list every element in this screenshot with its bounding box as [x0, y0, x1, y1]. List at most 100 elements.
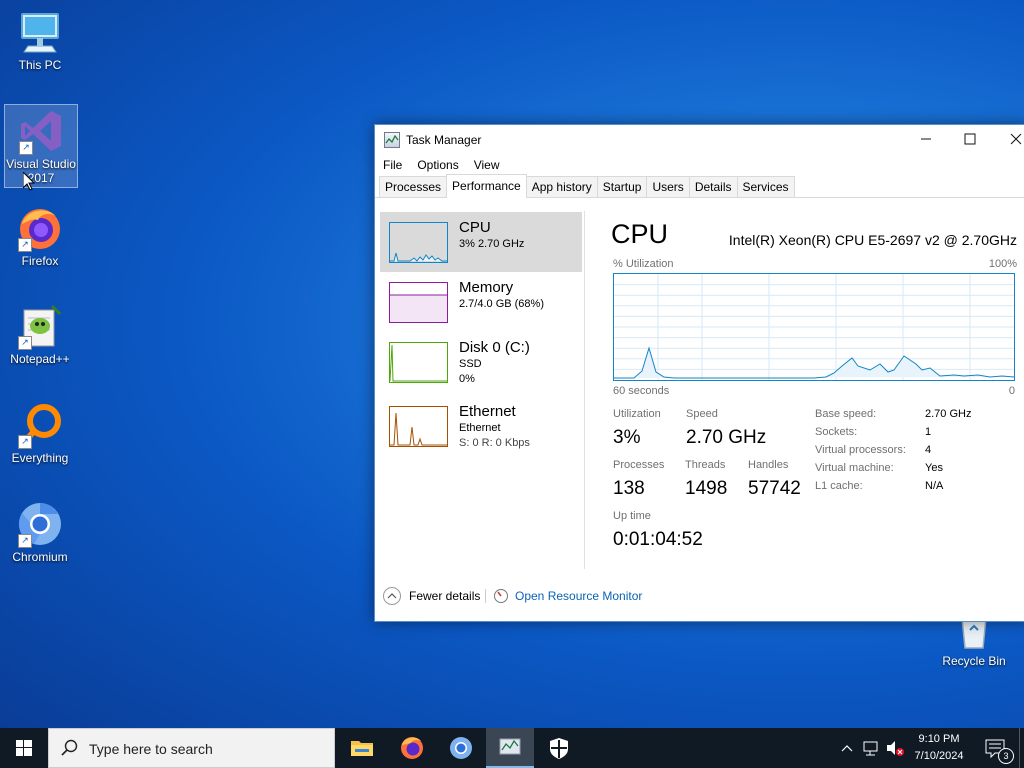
desktop-icon-label: Firefox — [21, 254, 59, 268]
clock-date: 7/10/2024 — [914, 750, 964, 762]
firefox-icon: ↗ — [16, 204, 64, 252]
menu-bar: File Options View — [375, 155, 1024, 175]
sidebar-item-ethernet[interactable]: Ethernet Ethernet S: 0 R: 0 Kbps — [380, 398, 582, 458]
resource-monitor-label: Open Resource Monitor — [515, 589, 643, 603]
spec-sockets-value: 1 — [925, 426, 932, 438]
maximize-button[interactable] — [947, 125, 993, 155]
desktop-icon-this-pc[interactable]: This PC — [4, 8, 76, 72]
tab-services[interactable]: Services — [736, 176, 795, 197]
desktop-icon-notepadpp[interactable]: ↗ Notepad++ — [4, 302, 76, 366]
shortcut-arrow-icon: ↗ — [18, 336, 32, 350]
desktop-icon-chromium[interactable]: ↗ Chromium — [4, 500, 76, 564]
desktop-icon-firefox[interactable]: ↗ Firefox — [4, 204, 76, 268]
magnifier-icon: ↗ — [16, 401, 64, 449]
desktop-icon-label: Visual Studio 2017 — [6, 157, 76, 185]
taskbar-security[interactable] — [535, 728, 583, 768]
divider — [485, 589, 486, 603]
graph-time-left-label: 60 seconds — [613, 385, 670, 397]
sidebar-item-detail: S: 0 R: 0 Kbps — [459, 437, 530, 449]
tray-network[interactable] — [860, 728, 882, 768]
desktop-icon-visual-studio[interactable]: ↗ Visual Studio 2017 — [4, 104, 78, 188]
spec-virtual-machine-label: Virtual machine: — [815, 462, 894, 474]
taskbar-task-manager[interactable] — [486, 728, 534, 768]
taskbar-chromium[interactable] — [437, 728, 485, 768]
speed-value: 2.70 GHz — [686, 427, 767, 448]
sidebar-item-memory[interactable]: Memory 2.7/4.0 GB (68%) — [380, 272, 582, 332]
taskbar-file-explorer[interactable] — [338, 728, 386, 768]
cpu-model-name: Intel(R) Xeon(R) CPU E5-2697 v2 @ 2.70GH… — [728, 232, 1017, 248]
tab-app-history[interactable]: App history — [525, 176, 598, 197]
disk-thumbnail-graph — [389, 342, 448, 383]
open-resource-monitor-link[interactable]: Open Resource Monitor — [493, 585, 642, 607]
tab-users[interactable]: Users — [646, 176, 690, 197]
task-manager-window: Task Manager File Options View Processes… — [374, 124, 1024, 622]
ethernet-thumbnail-graph — [389, 406, 448, 447]
utilization-max-label: 100% — [988, 258, 1017, 270]
chromium-icon: ↗ — [16, 500, 64, 548]
desktop-icon-label: Notepad++ — [10, 352, 70, 366]
close-button[interactable] — [993, 125, 1024, 155]
network-icon — [863, 741, 878, 756]
search-placeholder: Type here to search — [89, 741, 213, 757]
windows-logo-icon — [16, 740, 32, 756]
utilization-label: Utilization — [613, 408, 661, 420]
visual-studio-icon: ↗ — [17, 107, 65, 155]
sidebar-item-cpu[interactable]: CPU 3% 2.70 GHz — [380, 212, 582, 272]
menu-options[interactable]: Options — [417, 158, 458, 172]
mouse-cursor-icon — [22, 170, 36, 196]
notepadpp-icon: ↗ — [16, 302, 64, 350]
chevron-up-icon — [841, 745, 853, 752]
processes-label: Processes — [613, 459, 665, 471]
minimize-button[interactable] — [903, 125, 949, 155]
handles-label: Handles — [748, 459, 789, 471]
menu-file[interactable]: File — [383, 158, 402, 172]
clock[interactable]: 9:10 PM 7/10/2024 — [908, 731, 970, 765]
taskbar-firefox[interactable] — [388, 728, 436, 768]
desktop-icon-label: Everything — [11, 451, 69, 465]
sidebar-item-detail: 0% — [459, 373, 475, 385]
title-bar[interactable]: Task Manager — [375, 125, 1024, 155]
tray-overflow-chevron[interactable] — [838, 728, 856, 768]
folder-icon — [351, 741, 373, 756]
menu-view[interactable]: View — [474, 158, 500, 172]
page-title: CPU — [611, 219, 669, 249]
spec-base-speed-label: Base speed: — [815, 408, 877, 420]
tab-performance[interactable]: Performance — [446, 174, 527, 198]
tab-startup[interactable]: Startup — [596, 176, 648, 197]
processes-value: 138 — [613, 478, 645, 499]
desktop-icon-everything[interactable]: ↗ Everything — [4, 401, 76, 465]
show-desktop-button[interactable] — [1019, 728, 1024, 768]
notification-icon — [985, 739, 1005, 759]
volume-muted-icon — [887, 741, 904, 756]
taskbar-search-box[interactable]: Type here to search — [48, 728, 335, 768]
tab-details[interactable]: Details — [688, 176, 738, 197]
uptime-value: 0:01:04:52 — [613, 529, 703, 550]
clock-time: 9:10 PM — [918, 733, 960, 745]
tab-processes[interactable]: Processes — [379, 176, 448, 197]
sidebar-item-label: CPU — [459, 219, 491, 236]
spec-base-speed-value: 2.70 GHz — [925, 408, 972, 420]
computer-icon — [16, 8, 64, 56]
sidebar-item-detail: 2.7/4.0 GB (68%) — [459, 298, 544, 310]
chromium-icon — [450, 737, 472, 759]
uptime-label: Up time — [613, 510, 651, 522]
cpu-utilization-graph — [613, 273, 1015, 381]
task-manager-icon — [499, 738, 521, 755]
handles-value: 57742 — [748, 478, 801, 499]
start-button[interactable] — [0, 728, 48, 768]
spec-sockets-label: Sockets: — [815, 426, 858, 438]
chevron-up-icon — [383, 587, 401, 605]
spec-l1-cache-label: L1 cache: — [815, 480, 863, 492]
spec-l1-cache-value: N/A — [925, 480, 944, 492]
search-icon — [61, 739, 79, 762]
fewer-details-button[interactable]: Fewer details — [383, 585, 480, 607]
sidebar-item-disk[interactable]: Disk 0 (C:) SSD 0% — [380, 332, 582, 392]
sidebar-item-label: Ethernet — [459, 403, 516, 420]
desktop-icon-label: Recycle Bin — [942, 654, 1006, 668]
tray-volume[interactable] — [884, 728, 906, 768]
action-center-button[interactable]: 3 — [978, 728, 1018, 768]
threads-label: Threads — [685, 459, 726, 471]
window-footer: Fewer details Open Resource Monitor — [375, 575, 1024, 615]
spec-virtual-processors-value: 4 — [925, 444, 932, 456]
notification-count-badge: 3 — [998, 748, 1014, 764]
